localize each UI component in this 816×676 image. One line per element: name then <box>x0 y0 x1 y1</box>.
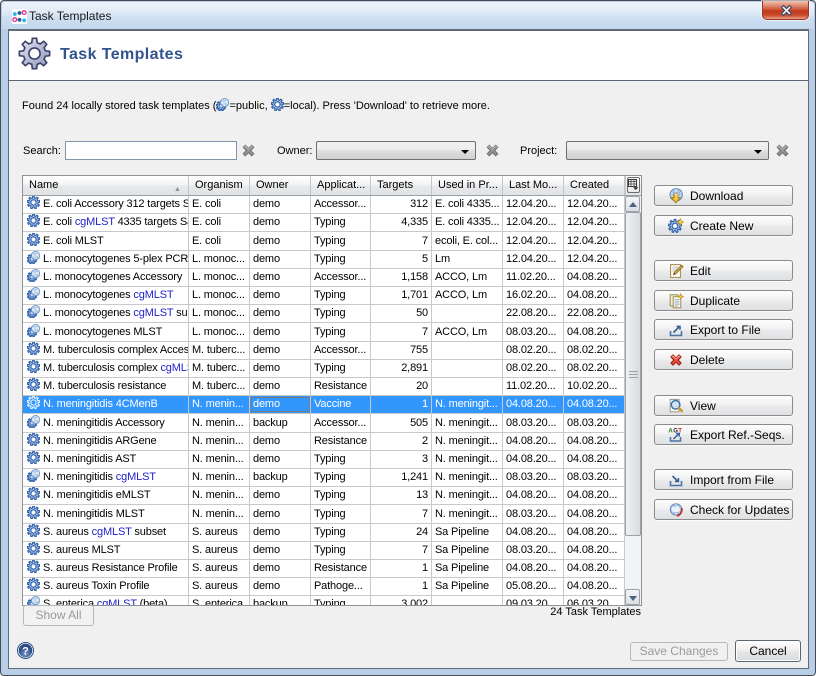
svg-text:?: ? <box>22 645 29 657</box>
